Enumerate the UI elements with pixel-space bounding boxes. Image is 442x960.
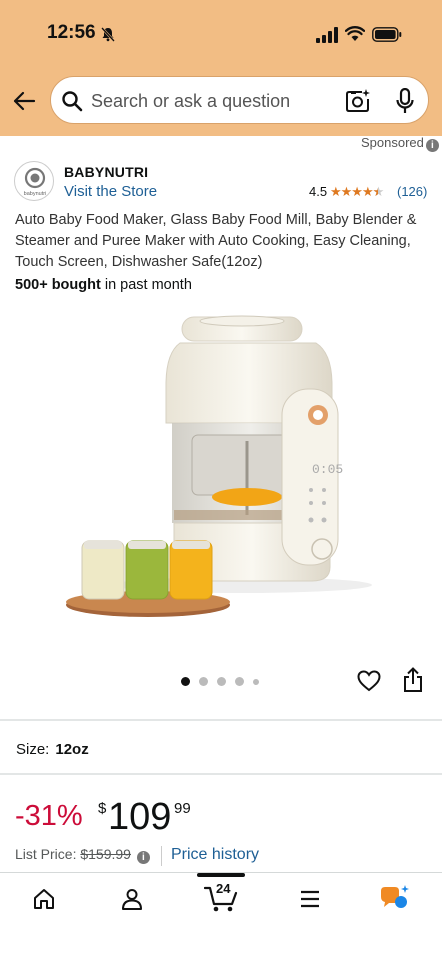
- app-header: 12:56 Search or ask a question: [0, 0, 442, 136]
- info-icon[interactable]: i: [425, 139, 439, 152]
- divider: [0, 719, 442, 721]
- list-price: List Price: $159.99 i: [15, 846, 150, 864]
- list-price-label: List Price:: [15, 846, 77, 862]
- rufus-icon[interactable]: [380, 883, 412, 911]
- size-value: 12oz: [55, 741, 89, 758]
- product-title: Auto Baby Food Maker, Glass Baby Food Mi…: [15, 212, 417, 270]
- rating-stars[interactable]: ★★★★★★: [330, 184, 384, 200]
- carousel-dot[interactable]: [199, 677, 208, 686]
- search-placeholder[interactable]: Search or ask a question: [91, 91, 290, 112]
- info-icon[interactable]: i: [136, 851, 150, 864]
- brand-name: BABYNUTRI: [64, 164, 149, 180]
- rating-count-link[interactable]: (126): [397, 184, 427, 199]
- price-history-link[interactable]: Price history: [171, 846, 259, 864]
- wifi-icon: [345, 26, 365, 41]
- microphone-icon[interactable]: [395, 88, 415, 115]
- discount-percent: -31%: [15, 800, 83, 832]
- sponsored-text: Sponsored: [361, 135, 424, 150]
- bought-in-past-month: 500+ bought in past month: [15, 277, 192, 293]
- bought-suffix: in past month: [100, 277, 192, 293]
- bought-count: 500+ bought: [15, 277, 101, 293]
- menu-icon[interactable]: [298, 887, 322, 911]
- carousel-dot[interactable]: [181, 677, 190, 686]
- divider: [0, 773, 442, 775]
- carousel-dot[interactable]: [217, 677, 226, 686]
- home-icon[interactable]: [32, 887, 56, 911]
- product-image[interactable]: 0:05: [62, 305, 382, 635]
- brand-logo-image: babynutri: [24, 167, 47, 197]
- carousel-dot[interactable]: [253, 679, 259, 685]
- share-icon[interactable]: [403, 667, 423, 693]
- battery-icon: [372, 27, 402, 42]
- display-readout: 0:05: [312, 462, 343, 477]
- back-arrow-icon[interactable]: [12, 90, 36, 112]
- camera-search-icon[interactable]: [345, 88, 371, 114]
- account-icon[interactable]: [120, 887, 144, 911]
- sponsored-label[interactable]: Sponsored i: [361, 135, 439, 152]
- rating-value: 4.5: [309, 184, 328, 199]
- brand-logo-text: babynutri: [24, 191, 47, 197]
- brand-logo[interactable]: babynutri: [14, 161, 54, 201]
- search-bar[interactable]: Search or ask a question: [50, 76, 429, 124]
- search-icon: [62, 91, 83, 112]
- price-fraction: 99: [174, 800, 191, 817]
- cart-count-badge: 24: [216, 881, 231, 896]
- bell-muted-icon: [101, 27, 115, 42]
- size-label: Size:: [16, 741, 50, 758]
- size-selector[interactable]: Size: 12oz: [16, 741, 89, 758]
- price-currency: $: [98, 800, 107, 817]
- cellular-signal-icon: [316, 27, 338, 43]
- carousel-dot[interactable]: [235, 677, 244, 686]
- status-time: 12:56: [47, 22, 96, 43]
- list-price-value: $159.99: [80, 846, 131, 862]
- active-tab-indicator: [197, 873, 245, 877]
- visit-store-link[interactable]: Visit the Store: [64, 183, 157, 200]
- heart-icon[interactable]: [357, 669, 381, 693]
- separator: [161, 846, 162, 866]
- price-whole: 109: [108, 796, 172, 838]
